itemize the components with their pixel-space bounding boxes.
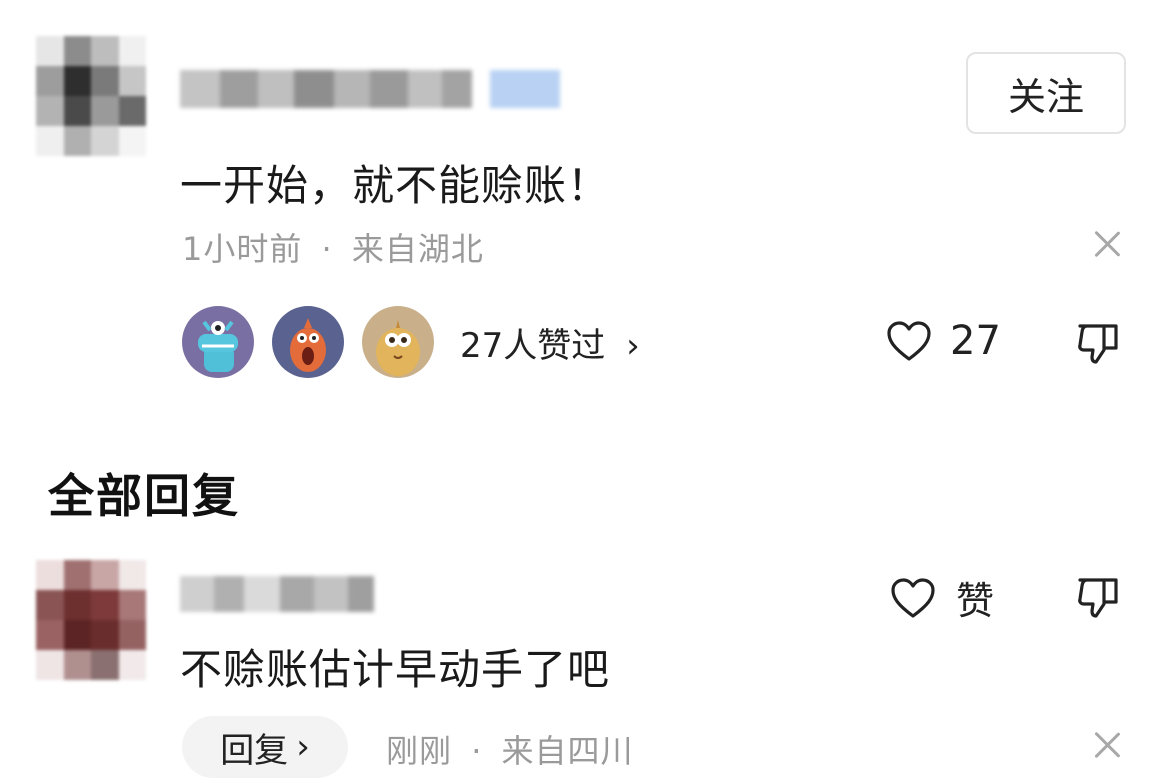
chevron-right-icon: › [626,326,640,366]
avatar[interactable] [36,560,146,680]
reply-button-label: 回复 [220,730,289,771]
reply-like-button[interactable]: 赞 [890,570,994,625]
comment-location: 来自湖北 [351,230,484,268]
thumbs-down-icon [1078,578,1118,618]
comment-text: 一开始，就不能赊账！ [180,161,611,210]
monster-avatar-icon [198,320,238,372]
dislike-button[interactable] [1076,320,1122,370]
liker-avatar[interactable] [182,306,254,378]
reply-meta: 刚刚 · 来自四川 [386,726,634,772]
avatar[interactable] [36,36,146,156]
username-redacted[interactable] [180,70,560,108]
heart-icon [887,321,931,361]
reply-button[interactable]: 回复 › [182,716,348,778]
meta-separator: · [321,230,333,268]
section-title: 全部回复 [48,469,240,523]
comment-time: 1小时前 [182,230,303,268]
like-button[interactable]: 27 [886,318,1001,364]
username-redacted[interactable] [180,576,374,612]
reply-text: 不赊账估计早动手了吧 [180,645,611,694]
comment-meta: 1小时前 · 来自湖北 [182,224,484,270]
heart-icon [891,577,935,618]
likers-label: 27人赞过 [460,326,606,366]
thumbs-down-icon [1078,324,1118,364]
liker-avatar[interactable] [272,306,344,378]
creature-avatar-icon [376,320,420,376]
reply-like-label: 赞 [956,579,995,623]
like-count: 27 [950,318,1001,364]
follow-button[interactable]: 关注 [966,52,1126,134]
reply-location: 来自四川 [501,732,634,770]
bird-avatar-icon [290,318,326,372]
liker-avatar[interactable] [362,306,434,378]
meta-separator: · [471,732,483,770]
chevron-right-icon: › [296,727,310,767]
likers-link[interactable]: 27人赞过 › [460,318,640,367]
close-icon[interactable] [1092,730,1122,760]
close-icon[interactable] [1092,229,1122,259]
reply-time: 刚刚 [386,732,453,770]
reply-dislike-button[interactable] [1076,574,1122,624]
